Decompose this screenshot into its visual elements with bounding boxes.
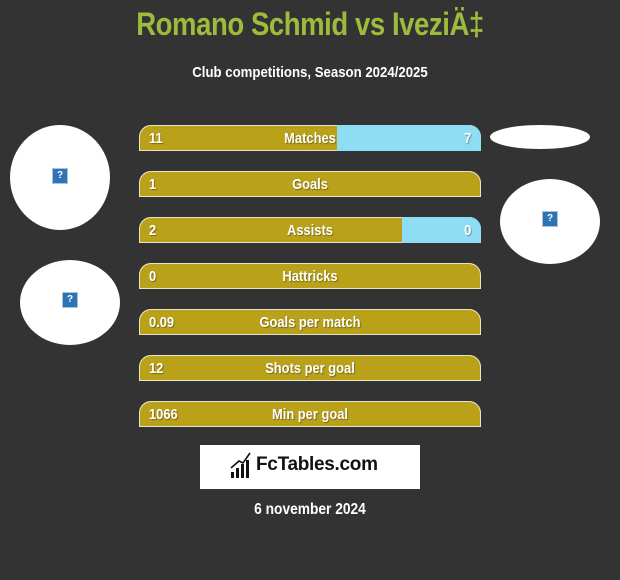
left-value: 2 (149, 222, 157, 239)
stat-bar-assists: Assists 2 0 (139, 217, 481, 243)
team-right-logo: ? (500, 179, 600, 264)
brand-name: FcTables.com (256, 454, 378, 475)
chart-logo-icon (230, 452, 251, 478)
stat-label: Hattricks (282, 268, 338, 285)
left-value: 0 (149, 268, 157, 285)
left-value: 11 (149, 130, 163, 147)
player-right-photo (490, 125, 590, 149)
left-value: 1066 (149, 406, 178, 423)
stat-bar-min-per-goal: Min per goal 1066 (139, 401, 481, 427)
left-value: 0.09 (149, 314, 175, 331)
stat-label: Shots per goal (265, 360, 355, 377)
stat-label: Assists (287, 222, 333, 239)
broken-image-icon: ? (52, 168, 68, 184)
date-label: 6 november 2024 (254, 501, 366, 518)
stat-bar-shots-per-goal: Shots per goal 12 (139, 355, 481, 381)
stat-label: Goals (292, 176, 328, 193)
left-value: 1 (149, 176, 157, 193)
stat-label: Matches (284, 130, 336, 147)
stat-bar-hattricks: Hattricks 0 (139, 263, 481, 289)
page-title: Romano Schmid vs IveziÄ‡ (136, 6, 484, 42)
left-value: 12 (149, 360, 164, 377)
page-subtitle: Club competitions, Season 2024/2025 (192, 64, 428, 81)
player-left-photo: ? (10, 125, 110, 230)
stat-label: Min per goal (272, 406, 348, 423)
stat-label: Goals per match (259, 314, 361, 331)
right-value: 7 (463, 130, 471, 147)
team-left-logo: ? (20, 260, 120, 345)
stat-bar-goals: Goals 1 (139, 171, 481, 197)
stat-bar-goals-per-match: Goals per match 0.09 (139, 309, 481, 335)
right-value: 0 (463, 222, 471, 239)
fctables-logo[interactable]: FcTables.com (200, 445, 420, 489)
broken-image-icon: ? (542, 211, 558, 227)
stat-bar-matches: Matches 11 7 (139, 125, 481, 151)
broken-image-icon: ? (62, 292, 78, 308)
